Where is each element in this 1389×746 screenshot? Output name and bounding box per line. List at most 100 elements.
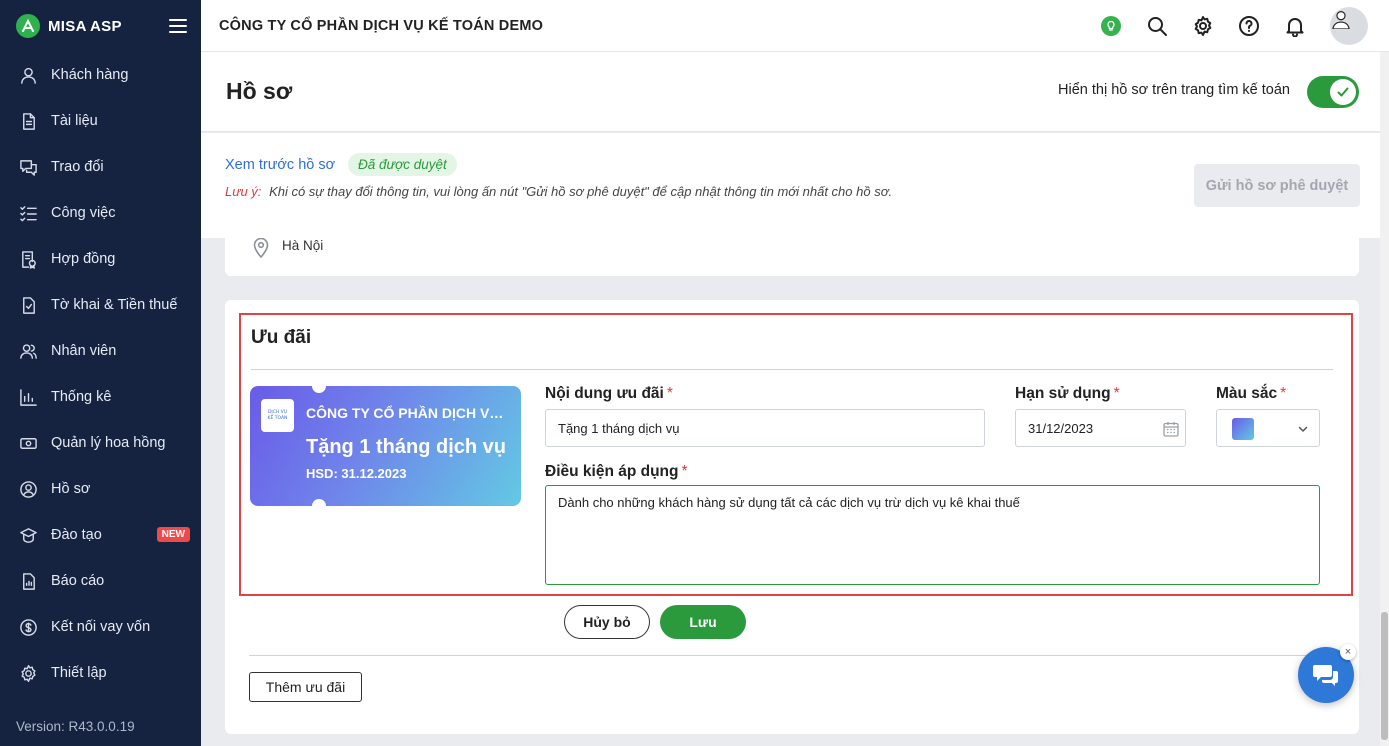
tips-button[interactable] (1088, 0, 1134, 52)
settings-icon (18, 663, 38, 683)
required-mark: * (1280, 385, 1287, 402)
svg-text:DỊCH VỤ: DỊCH VỤ (268, 409, 287, 415)
sidebar-item-label: Quản lý hoa hồng (51, 435, 166, 451)
offer-section-title: Ưu đãi (251, 327, 312, 348)
preview-profile-link[interactable]: Xem trước hồ sơ (225, 157, 335, 173)
voucher-notch (312, 386, 326, 393)
note-label: Lưu ý: (225, 184, 262, 199)
content-label-text: Nội dung ưu đãi (545, 385, 664, 402)
staff-icon (18, 341, 38, 361)
chat-close-button[interactable]: × (1340, 644, 1356, 660)
chat-icon (18, 157, 38, 177)
voucher-preview: DỊCH VỤKẾ TOÁN CÔNG TY CỔ PHẦN DỊCH VỤ K… (250, 386, 521, 506)
expiry-date-input[interactable]: 31/12/2023 (1015, 409, 1186, 447)
sidebar-item-thiet-lap[interactable]: Thiết lập (0, 650, 201, 696)
sidebar-item-label: Khách hàng (51, 67, 129, 83)
version-label: Version: R43.0.0.19 (16, 719, 135, 734)
page-header: Hồ sơ Hiển thị hồ sơ trên trang tìm kế t… (201, 52, 1389, 132)
add-offer-button[interactable]: Thêm ưu đãi (249, 672, 362, 702)
condition-label-text: Điều kiện áp dụng (545, 463, 679, 480)
sidebar-item-bao-cao[interactable]: Báo cáo (0, 558, 201, 604)
divider (249, 655, 1335, 656)
visibility-toggle[interactable] (1307, 76, 1359, 108)
avatar[interactable] (1330, 6, 1368, 45)
sidebar-item-dao-tao[interactable]: Đào tạo NEW (0, 512, 201, 558)
color-select[interactable] (1216, 409, 1320, 447)
help-button[interactable] (1226, 0, 1272, 52)
condition-textarea[interactable]: Dành cho những khách hàng sử dụng tất cả… (545, 485, 1320, 585)
brand-name: MISA ASP (48, 17, 122, 35)
settings-button[interactable] (1180, 0, 1226, 52)
commission-icon (18, 433, 38, 453)
offer-card: Ưu đãi DỊCH VỤ KẾ TOÁN CÔNG TY CỔ PHẦN DỊ… (225, 300, 1359, 734)
color-label-text: Màu sắc (1216, 385, 1278, 402)
gear-icon (1194, 15, 1212, 36)
sidebar-item-ket-noi-vay-von[interactable]: Kết nối vay vốn (0, 604, 201, 650)
send-for-approval-button[interactable]: Gửi hồ sơ phê duyệt (1194, 164, 1360, 207)
voucher-notch (312, 499, 326, 506)
sidebar-item-label: Tờ khai & Tiền thuế (51, 297, 178, 313)
brand: MISA ASP (0, 0, 201, 52)
expiry-label: Hạn sử dụng * (1015, 385, 1120, 403)
calendar-icon[interactable] (1162, 420, 1180, 441)
misa-logo-icon (16, 14, 40, 38)
statistics-icon (18, 387, 38, 407)
profile-icon (18, 479, 38, 499)
condition-label: Điều kiện áp dụng * (545, 463, 688, 481)
sidebar-item-nhan-vien[interactable]: Nhân viên (0, 328, 201, 374)
report-icon (18, 571, 38, 591)
sidebar-item-label: Thiết lập (51, 665, 107, 681)
chat-bubble-icon (1313, 665, 1338, 686)
sidebar-item-label: Tài liệu (51, 113, 98, 129)
sidebar-item-khach-hang[interactable]: Khách hàng (0, 52, 201, 98)
sidebar-item-to-khai-tien-thue[interactable]: Tờ khai & Tiền thuế (0, 282, 201, 328)
sidebar-item-label: Hợp đồng (51, 251, 116, 267)
sidebar-item-label: Công việc (51, 205, 116, 221)
sidebar-item-ho-so[interactable]: Hồ sơ (0, 466, 201, 512)
page-title: Hồ sơ (226, 78, 293, 104)
task-list-icon (18, 203, 38, 223)
voucher-company: CÔNG TY CỔ PHẦN DỊCH VỤ KẾ TOÁN DEMO (306, 405, 511, 421)
expiry-date-value: 31/12/2023 (1028, 420, 1094, 436)
required-mark: * (1113, 385, 1120, 402)
document-icon (18, 111, 38, 131)
required-mark: * (666, 385, 673, 402)
main-content: Hồ sơ Hiển thị hồ sơ trên trang tìm kế t… (201, 52, 1389, 746)
update-note: Lưu ý: Khi có sự thay đổi thông tin, vui… (225, 184, 892, 199)
check-icon (1337, 87, 1349, 97)
voucher-expiry: HSD: 31.12.2023 (306, 466, 407, 481)
user-icon (18, 65, 38, 85)
sidebar-item-trao-doi[interactable]: Trao đổi (0, 144, 201, 190)
offer-edit-frame: Ưu đãi DỊCH VỤ KẾ TOÁN CÔNG TY CỔ PHẦN DỊ… (239, 313, 1353, 596)
sidebar-nav: Khách hàng Tài liệu Trao đổi Công việc H… (0, 52, 201, 696)
tax-file-icon (18, 295, 38, 315)
loan-icon (18, 617, 38, 637)
sidebar-item-label: Thống kê (51, 389, 112, 405)
sidebar-item-hop-dong[interactable]: Hợp đồng (0, 236, 201, 282)
topbar-actions (1088, 0, 1389, 52)
bell-icon (1286, 17, 1304, 37)
scrollbar-thumb[interactable] (1381, 612, 1388, 740)
sidebar-item-tai-lieu[interactable]: Tài liệu (0, 98, 201, 144)
save-button[interactable]: Lưu (660, 605, 746, 639)
cancel-button[interactable]: Hủy bỏ (564, 605, 650, 639)
sidebar-item-cong-viec[interactable]: Công việc (0, 190, 201, 236)
sidebar-item-quan-ly-hoa-hong[interactable]: Quản lý hoa hồng (0, 420, 201, 466)
visibility-toggle-label: Hiển thị hồ sơ trên trang tìm kế toán (1058, 82, 1290, 98)
offer-content-input[interactable]: Tặng 1 tháng dịch vụ (545, 409, 985, 447)
sidebar-item-label: Hồ sơ (51, 481, 91, 497)
search-icon (1148, 16, 1167, 36)
content-label: Nội dung ưu đãi * (545, 385, 673, 403)
search-button[interactable] (1134, 0, 1180, 52)
training-icon (18, 525, 38, 545)
sidebar-item-label: Trao đổi (51, 159, 104, 175)
sidebar-item-label: Báo cáo (51, 573, 105, 589)
note-text: Khi có sự thay đổi thông tin, vui lòng ấ… (269, 184, 893, 199)
notifications-button[interactable] (1272, 0, 1318, 52)
company-name: CÔNG TY CỔ PHẦN DỊCH VỤ KẾ TOÁN DEMO (219, 17, 544, 34)
address-text: Hà Nội (282, 238, 324, 253)
sidebar-item-thong-ke[interactable]: Thống kê (0, 374, 201, 420)
menu-toggle-icon[interactable] (169, 19, 187, 33)
sidebar-item-label: Đào tạo (51, 527, 102, 543)
company-logo-icon: DỊCH VỤ KẾ TOÁN (261, 399, 294, 432)
